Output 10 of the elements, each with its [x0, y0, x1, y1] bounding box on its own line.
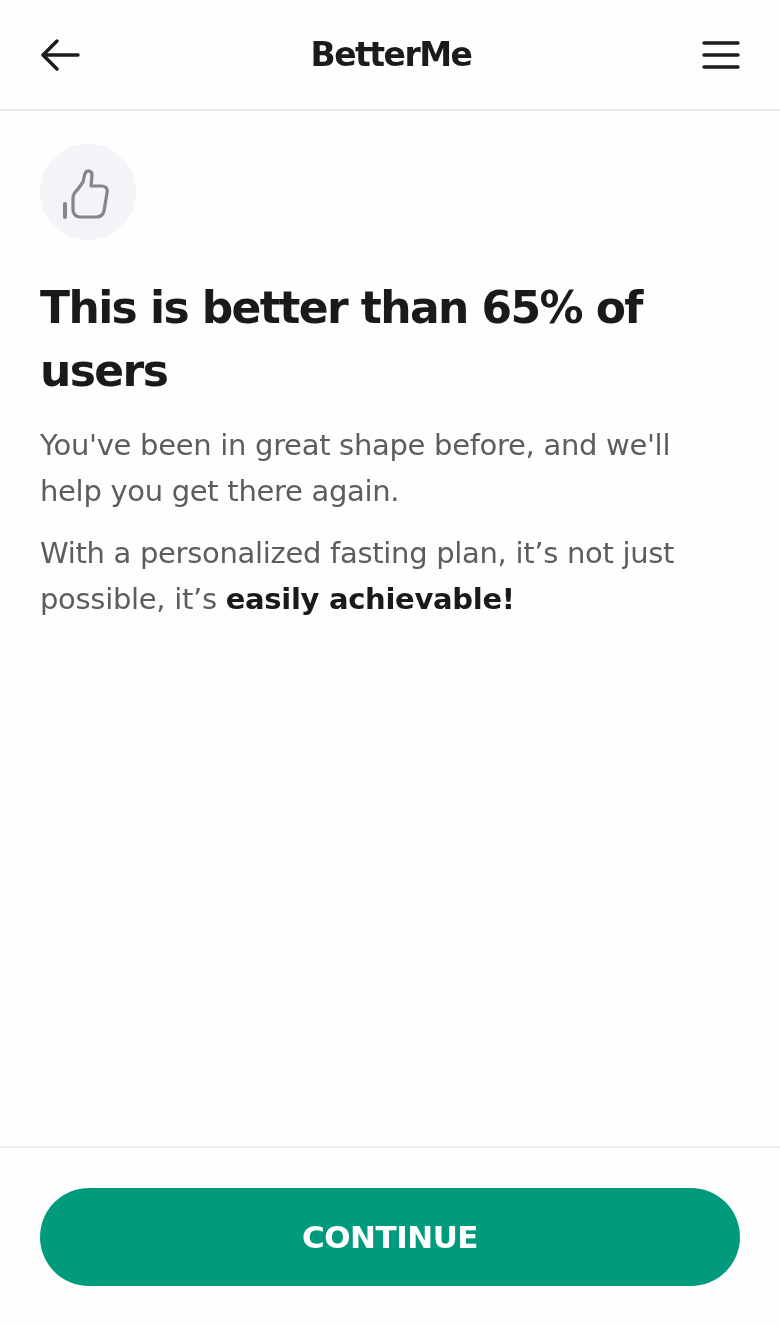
description-text: With a personalized fasting plan, it’s not just possible, it’s easily achievable!	[40, 535, 676, 618]
back-button[interactable]	[40, 38, 80, 71]
description-text: You've been in great shape before, and we'll help you get there again.	[40, 427, 672, 510]
back-arrow-icon	[40, 38, 80, 71]
menu-icon	[702, 39, 740, 70]
headline: This is better than 65% of users	[40, 281, 645, 398]
continue-button[interactable]: CONTINUE	[40, 1188, 740, 1286]
thumbs-up-icon	[40, 144, 136, 240]
logo: BetterMe	[310, 35, 472, 74]
menu-button[interactable]	[702, 39, 740, 70]
